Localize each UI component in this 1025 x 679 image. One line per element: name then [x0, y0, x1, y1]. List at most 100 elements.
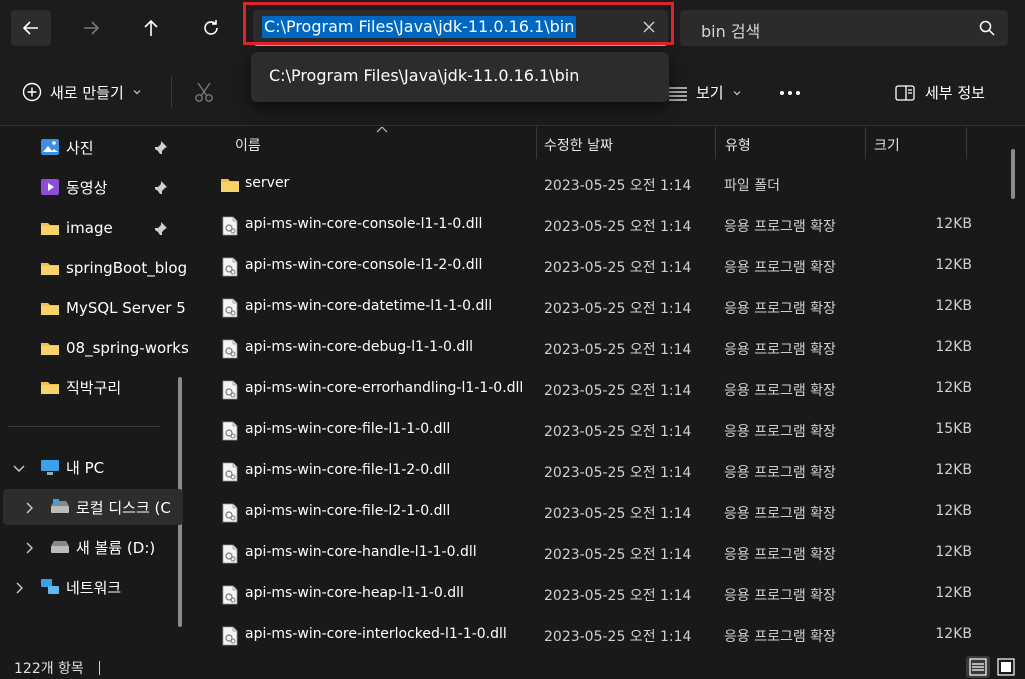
file-name: api-ms-win-core-errorhandling-l1-1-0.dll: [245, 380, 524, 396]
pin-icon[interactable]: [152, 221, 168, 237]
pin-icon[interactable]: [152, 140, 168, 156]
status-divider: [99, 661, 100, 675]
file-row[interactable]: api-ms-win-core-errorhandling-l1-1-0.dll…: [192, 370, 992, 411]
tree-item-this-pc[interactable]: 내 PC: [40, 455, 104, 479]
column-divider[interactable]: [536, 127, 537, 159]
search-box[interactable]: bin 검색: [680, 10, 1008, 46]
file-date-modified: 2023-05-25 오전 1:14: [544, 178, 692, 194]
folder-icon: [41, 343, 59, 355]
sidebar-item-label: 동영상: [66, 178, 108, 197]
cut-icon[interactable]: [193, 81, 215, 103]
dll-file-icon: [222, 421, 238, 441]
file-date-modified: 2023-05-25 오전 1:14: [544, 506, 692, 522]
search-input[interactable]: bin 검색: [701, 18, 760, 42]
file-type: 응용 프로그램 확장: [724, 219, 836, 235]
details-pane-button[interactable]: 세부 정보: [895, 82, 985, 103]
file-row[interactable]: api-ms-win-core-handle-l1-1-0.dll 2023-05…: [192, 534, 992, 575]
refresh-button[interactable]: [191, 10, 231, 46]
tree-item-new-volume-d[interactable]: 새 볼륨 (D:): [50, 535, 155, 559]
file-list-scrollbar[interactable]: [1011, 149, 1015, 199]
drive-icon: [51, 499, 69, 513]
file-size: 15KB: [935, 421, 972, 437]
chevron-down-icon[interactable]: [12, 461, 26, 475]
file-size: 12KB: [935, 585, 972, 601]
pin-icon[interactable]: [152, 180, 168, 196]
folder-icon: [41, 223, 59, 235]
file-name: server: [245, 175, 290, 191]
file-name: api-ms-win-core-handle-l1-1-0.dll: [245, 544, 477, 560]
sidebar-item-image[interactable]: image: [40, 216, 113, 240]
sidebar-item-photos[interactable]: 사진: [40, 135, 94, 159]
column-divider[interactable]: [715, 127, 716, 159]
dll-file-icon: [222, 585, 238, 605]
toolbar-divider: [171, 76, 172, 108]
file-row[interactable]: api-ms-win-core-file-l2-1-0.dll 2023-05-2…: [192, 493, 992, 534]
chevron-right-icon[interactable]: [12, 581, 26, 595]
file-row[interactable]: api-ms-win-core-console-l1-1-0.dll 2023-0…: [192, 206, 992, 247]
file-row[interactable]: api-ms-win-core-file-l1-2-0.dll 2023-05-2…: [192, 452, 992, 493]
large-icons-view-button[interactable]: [994, 656, 1018, 678]
search-icon[interactable]: [978, 19, 996, 37]
file-date-modified: 2023-05-25 오전 1:14: [544, 629, 692, 645]
dll-file-icon: [222, 503, 238, 523]
sidebar-item-mysql-server[interactable]: MySQL Server 5: [40, 296, 186, 320]
network-icon: [41, 579, 59, 594]
column-divider[interactable]: [966, 127, 967, 159]
dll-file-icon: [222, 298, 238, 318]
details-pane-icon: [895, 84, 915, 101]
column-divider[interactable]: [865, 127, 866, 159]
column-date[interactable]: 수정한 날짜: [544, 135, 613, 155]
forward-button[interactable]: [71, 10, 111, 46]
file-row[interactable]: api-ms-win-core-debug-l1-1-0.dll 2023-05-…: [192, 329, 992, 370]
column-name[interactable]: 이름: [235, 135, 261, 155]
file-row[interactable]: api-ms-win-core-console-l1-2-0.dll 2023-0…: [192, 247, 992, 288]
file-type: 응용 프로그램 확장: [724, 424, 836, 440]
sidebar-item-label: 직박구리: [66, 378, 122, 397]
file-type: 파일 폴더: [724, 178, 780, 194]
sidebar-item-label: 사진: [66, 138, 94, 157]
item-count: 122개 항목: [14, 661, 84, 677]
file-date-modified: 2023-05-25 오전 1:14: [544, 260, 692, 276]
up-arrow-icon: [144, 19, 158, 36]
file-row[interactable]: api-ms-win-core-file-l1-1-0.dll 2023-05-2…: [192, 411, 992, 452]
dll-file-icon: [222, 544, 238, 564]
sidebar-item-videos[interactable]: 동영상: [40, 175, 107, 199]
view-button[interactable]: 보기: [668, 82, 742, 103]
sidebar-item-springboot-blog[interactable]: springBoot_blog: [40, 256, 187, 280]
plus-circle-icon: [22, 82, 42, 102]
column-type[interactable]: 유형: [725, 135, 751, 155]
file-row[interactable]: server 2023-05-25 오전 1:14 파일 폴더: [192, 165, 992, 206]
file-type: 응용 프로그램 확장: [724, 547, 836, 563]
file-row[interactable]: api-ms-win-core-heap-l1-1-0.dll 2023-05-2…: [192, 575, 992, 616]
up-button[interactable]: [131, 10, 171, 46]
drive-icon: [51, 541, 69, 553]
file-type: 응용 프로그램 확장: [724, 506, 836, 522]
file-type: 응용 프로그램 확장: [724, 260, 836, 276]
back-button[interactable]: [11, 10, 51, 46]
more-options-icon[interactable]: [778, 82, 802, 104]
file-name: api-ms-win-core-interlocked-l1-1-0.dll: [245, 626, 507, 642]
chevron-down-icon: [733, 90, 741, 95]
address-suggestion-item[interactable]: C:\Program Files\Java\jdk-11.0.16.1\bin: [269, 66, 579, 85]
file-size: 12KB: [935, 298, 972, 314]
details-pane-label: 세부 정보: [925, 84, 985, 102]
new-button[interactable]: 새로 만들기: [22, 80, 142, 104]
details-view-button[interactable]: [966, 656, 990, 678]
sidebar-item-label: image: [66, 219, 113, 237]
view-button-label: 보기: [696, 84, 724, 102]
sidebar-item-spring-works[interactable]: 08_spring-works: [40, 336, 188, 360]
column-size[interactable]: 크기: [874, 135, 900, 155]
folder-icon: [41, 263, 59, 275]
file-size: 12KB: [935, 339, 972, 355]
tree-item-local-disk-c[interactable]: 로컬 디스크 (C: [50, 495, 171, 519]
chevron-right-icon[interactable]: [22, 501, 36, 515]
large-icons-view-icon: [997, 658, 1015, 676]
file-list: 이름 수정한 날짜 유형 크기 server 2023-05-25 오전 1:14…: [192, 127, 1025, 653]
dll-file-icon: [222, 216, 238, 236]
forward-arrow-icon: [84, 21, 100, 35]
file-row[interactable]: api-ms-win-core-datetime-l1-1-0.dll 2023-…: [192, 288, 992, 329]
sidebar-item-jikbakguri[interactable]: 직박구리: [40, 375, 121, 399]
chevron-right-icon[interactable]: [22, 541, 36, 555]
file-row[interactable]: api-ms-win-core-interlocked-l1-1-0.dll 20…: [192, 616, 992, 653]
tree-item-network[interactable]: 네트워크: [40, 575, 121, 599]
